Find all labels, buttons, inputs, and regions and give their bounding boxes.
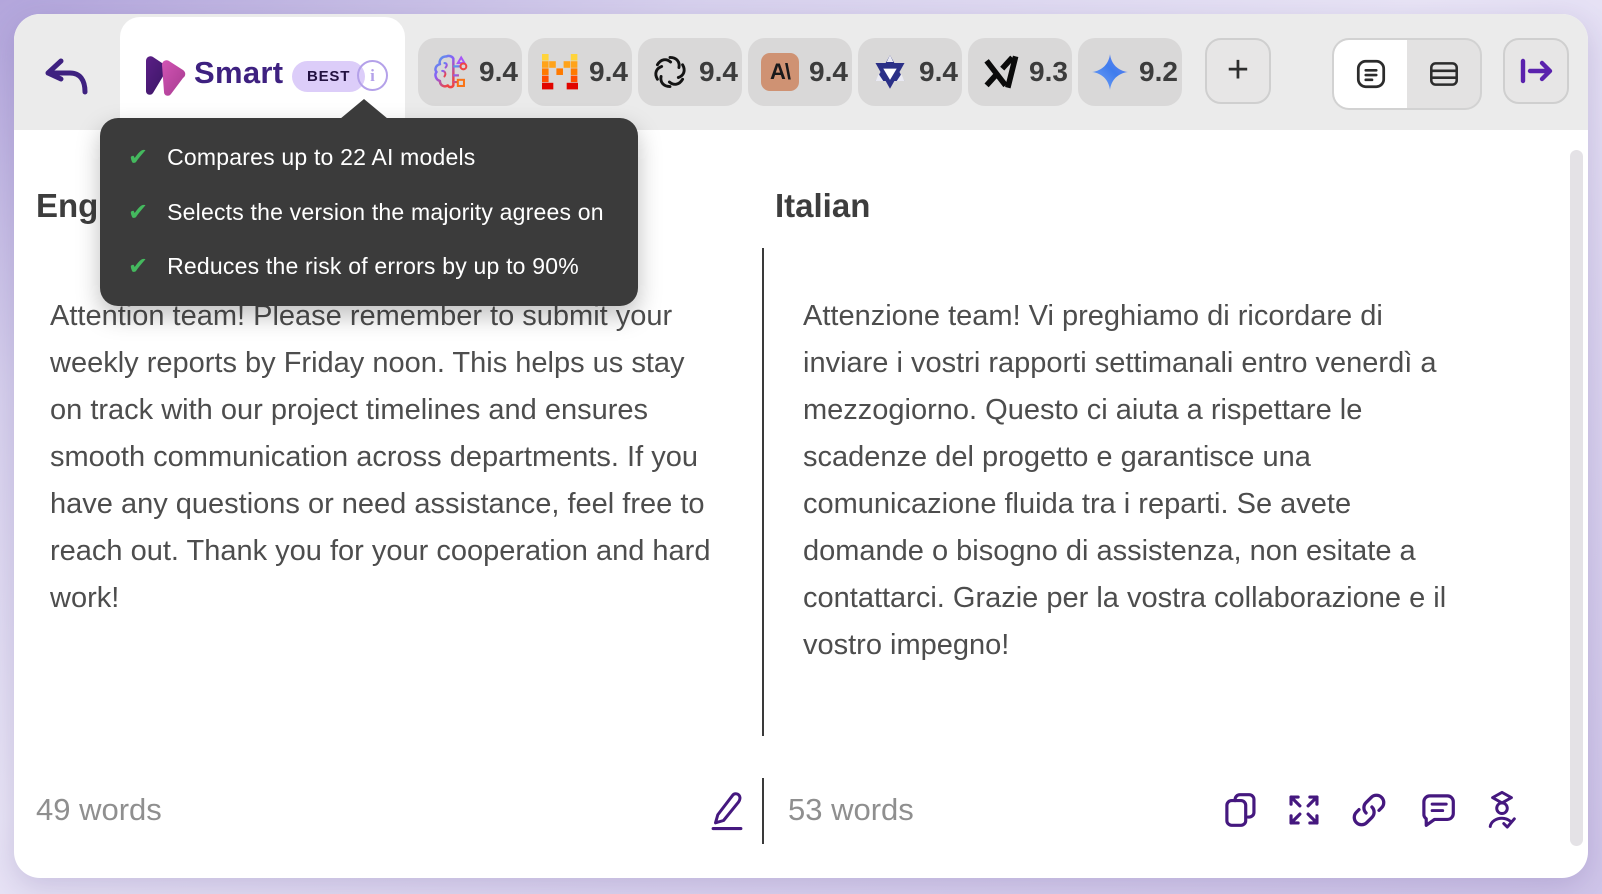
column-divider xyxy=(762,248,764,736)
expand-fullscreen-icon xyxy=(1289,795,1319,825)
target-language-title: Italian xyxy=(775,187,871,225)
rows-view-button[interactable] xyxy=(1407,40,1480,108)
copy-icon xyxy=(1225,793,1256,827)
model-tab-gemini[interactable]: 9.2 xyxy=(1078,38,1182,106)
rows-view-icon xyxy=(1429,62,1458,86)
mistral-pixel-m-icon xyxy=(541,53,579,91)
model-tab-openai[interactable]: 9.4 xyxy=(638,38,742,106)
comment-bubble-icon xyxy=(1422,794,1455,827)
footer-divider xyxy=(762,778,764,844)
copy-button[interactable] xyxy=(1221,790,1261,830)
source-word-count: 49 words xyxy=(36,792,162,827)
twin-triangles-logo-icon xyxy=(142,53,188,97)
model-score: 9.4 xyxy=(589,56,628,87)
info-icon[interactable]: i xyxy=(357,60,388,91)
link-chain-icon xyxy=(1352,793,1386,827)
model-score: 9.4 xyxy=(809,56,848,87)
model-tab-brain[interactable]: 9.4 xyxy=(418,38,522,106)
model-score: 9.4 xyxy=(479,56,518,87)
document-view-button[interactable] xyxy=(1334,40,1407,108)
share-link-button[interactable] xyxy=(1349,790,1389,830)
app-background: Smart BEST i 9.4 9.4 9.4 A\ 9.4 9.4 9.3 … xyxy=(0,0,1602,894)
model-score: 9.3 xyxy=(1029,56,1068,87)
model-tab-grok[interactable]: 9.3 xyxy=(968,38,1072,106)
model-tab-knot[interactable]: 9.4 xyxy=(858,38,962,106)
smart-info-tooltip: ✔ Compares up to 22 AI models ✔ Selects … xyxy=(100,99,638,306)
target-text[interactable]: Attenzione team! Vi preghiamo di ricorda… xyxy=(803,293,1475,669)
tooltip-item: ✔ Compares up to 22 AI models xyxy=(128,144,476,171)
pencil-edit-icon xyxy=(711,792,743,831)
document-view-icon xyxy=(1356,59,1385,89)
model-score: 9.4 xyxy=(699,56,738,87)
tooltip-arrow xyxy=(340,99,388,119)
expert-review-button[interactable] xyxy=(1482,790,1522,830)
openai-swirl-icon xyxy=(651,53,689,91)
smart-tab-label: Smart xyxy=(194,55,284,90)
back-button[interactable] xyxy=(40,52,90,98)
view-toggle xyxy=(1332,38,1482,110)
model-score: 9.2 xyxy=(1139,56,1178,87)
checkmark-icon: ✔ xyxy=(128,144,149,171)
model-tab-anthropic[interactable]: A\ 9.4 xyxy=(748,38,852,106)
model-score: 9.4 xyxy=(919,56,958,87)
model-tab-mistral[interactable]: 9.4 xyxy=(528,38,632,106)
comment-button[interactable] xyxy=(1418,790,1458,830)
checkmark-icon: ✔ xyxy=(128,198,149,226)
undo-arrow-icon xyxy=(45,58,88,95)
grok-x1-icon xyxy=(981,53,1019,91)
best-badge: BEST xyxy=(292,61,366,92)
translation-card: Smart BEST i 9.4 9.4 9.4 A\ 9.4 9.4 9.3 … xyxy=(14,14,1588,878)
source-text[interactable]: Attention team! Please remember to submi… xyxy=(50,293,722,622)
export-right-arrow-icon xyxy=(1520,58,1553,84)
expand-button[interactable] xyxy=(1284,790,1324,830)
edit-source-button[interactable] xyxy=(704,786,750,832)
target-word-count: 53 words xyxy=(788,792,914,827)
tooltip-item: ✔ Selects the version the majority agree… xyxy=(128,198,604,226)
vertical-scrollbar[interactable] xyxy=(1570,150,1583,846)
hexagon-knot-icon xyxy=(871,53,909,91)
reviewer-person-check-icon xyxy=(1488,790,1516,829)
add-model-button[interactable]: + xyxy=(1205,38,1271,104)
tooltip-item: ✔ Reduces the risk of errors by up to 90… xyxy=(128,253,579,280)
brain-circuit-icon xyxy=(431,53,469,91)
anthropic-icon: A\ xyxy=(761,53,799,91)
gemini-star-icon xyxy=(1091,53,1129,91)
toolbar: Smart BEST i 9.4 9.4 9.4 A\ 9.4 9.4 9.3 … xyxy=(14,14,1588,130)
checkmark-icon: ✔ xyxy=(128,253,149,280)
export-button[interactable] xyxy=(1503,38,1569,104)
